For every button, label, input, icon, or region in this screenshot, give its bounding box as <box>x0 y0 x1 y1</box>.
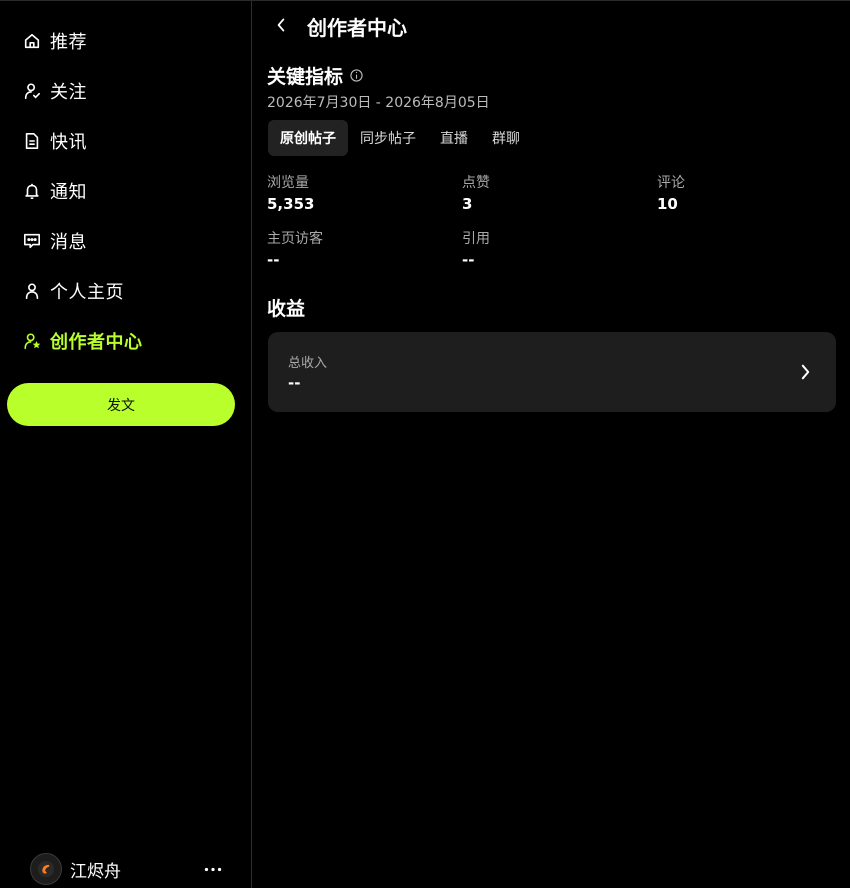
total-income-card[interactable]: 总收入 -- <box>268 332 836 412</box>
metric-label: 点赞 <box>462 175 490 191</box>
sidebar-item-following[interactable]: 关注 <box>22 71 87 111</box>
sidebar-item-notifications[interactable]: 通知 <box>22 171 87 211</box>
creator-icon <box>22 331 42 351</box>
total-income-label: 总收入 <box>288 356 328 371</box>
user-follow-icon <box>22 81 42 101</box>
back-arrow-icon[interactable] <box>270 13 292 37</box>
metric-value: -- <box>267 251 280 269</box>
sidebar-item-label: 个人主页 <box>50 282 124 303</box>
tab-synced-posts[interactable]: 同步帖子 <box>348 120 428 156</box>
post-button[interactable]: 发文 <box>7 383 235 426</box>
metric-value: 5,353 <box>267 195 315 213</box>
metric-label: 引用 <box>462 231 490 247</box>
sidebar-item-label: 推荐 <box>50 32 87 53</box>
tab-live[interactable]: 直播 <box>428 120 480 156</box>
document-icon <box>22 131 42 151</box>
metric-views: 浏览量 5,353 <box>267 172 447 213</box>
tab-original-posts[interactable]: 原创帖子 <box>268 120 348 156</box>
tab-group-chat[interactable]: 群聊 <box>480 120 532 156</box>
metric-quotes: 引用 -- <box>462 228 642 269</box>
sidebar-item-creator-center[interactable]: 创作者中心 <box>22 321 143 361</box>
sidebar-item-recommend[interactable]: 推荐 <box>22 21 87 61</box>
app-window: 推荐 关注 快讯 通知 消息 个人主页 创作者中心 发文 江烬舟 创作者中心 关… <box>0 0 850 888</box>
metric-likes: 点赞 3 <box>462 172 642 213</box>
metric-value: 10 <box>657 195 678 213</box>
chat-icon <box>22 231 42 251</box>
sidebar-item-label: 创作者中心 <box>50 332 143 353</box>
sidebar-item-label: 关注 <box>50 82 87 103</box>
date-range[interactable]: 2026年7月30日 - 2026年8月05日 <box>267 92 490 112</box>
metric-value: 3 <box>462 195 473 213</box>
sidebar-item-news[interactable]: 快讯 <box>22 121 87 161</box>
metric-comments: 评论 10 <box>657 172 837 213</box>
total-income-value: -- <box>288 374 301 392</box>
metric-value: -- <box>462 251 475 269</box>
sidebar-item-label: 消息 <box>50 232 87 253</box>
metric-label: 主页访客 <box>267 231 323 247</box>
metric-label: 浏览量 <box>267 175 309 191</box>
metrics-section-title: 关键指标 <box>267 62 363 89</box>
metric-label: 评论 <box>657 175 685 191</box>
sidebar-item-label: 通知 <box>50 182 87 203</box>
user-name: 江烬舟 <box>70 861 121 882</box>
metrics-title-text: 关键指标 <box>267 66 344 88</box>
user-account[interactable]: 江烬舟 <box>30 852 230 886</box>
chevron-right-icon <box>798 360 812 384</box>
sidebar-item-label: 快讯 <box>50 132 87 153</box>
info-icon[interactable] <box>349 69 363 83</box>
income-section-title: 收益 <box>267 298 306 320</box>
sidebar-item-profile[interactable]: 个人主页 <box>22 271 124 311</box>
bell-icon <box>22 181 42 201</box>
metrics-tabs: 原创帖子 同步帖子 直播 群聊 <box>268 120 532 156</box>
home-icon <box>22 31 42 51</box>
main-content: 创作者中心 关键指标 2026年7月30日 - 2026年8月05日 原创帖子 … <box>252 1 850 888</box>
more-horizontal-icon[interactable] <box>202 860 224 878</box>
page-title: 创作者中心 <box>307 16 407 40</box>
sidebar: 推荐 关注 快讯 通知 消息 个人主页 创作者中心 发文 江烬舟 <box>0 1 252 888</box>
metric-profile-visitors: 主页访客 -- <box>267 228 447 269</box>
sidebar-item-messages[interactable]: 消息 <box>22 221 87 261</box>
avatar-icon[interactable] <box>30 853 62 885</box>
profile-icon <box>22 281 42 301</box>
